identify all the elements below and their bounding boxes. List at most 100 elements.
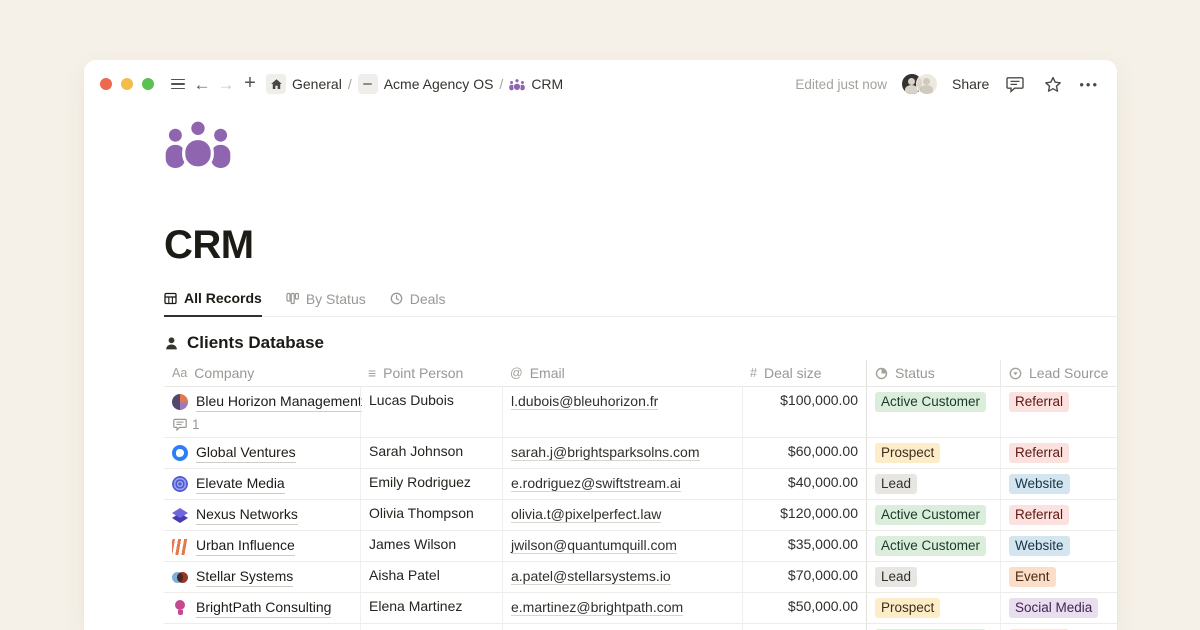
- status-tag[interactable]: Prospect: [875, 443, 940, 463]
- point-person-cell[interactable]: James Wilson: [360, 531, 502, 561]
- lead-source-cell[interactable]: Referral: [1000, 624, 1117, 630]
- email-cell[interactable]: jenn@vertexinnov.io: [502, 624, 742, 630]
- point-person-cell[interactable]: Emily Rodriguez: [360, 469, 502, 499]
- status-cell[interactable]: Active Customer: [866, 387, 1000, 437]
- lead-source-cell[interactable]: Website: [1000, 469, 1117, 499]
- tab-all-records[interactable]: All Records: [164, 290, 262, 317]
- breadcrumb-item-general[interactable]: General: [292, 76, 342, 92]
- company-cell[interactable]: Vertex Innovations: [164, 624, 360, 630]
- point-person-cell[interactable]: Lucas Dubois: [360, 387, 502, 437]
- lead-source-tag[interactable]: Referral: [1009, 392, 1069, 412]
- people-group-icon[interactable]: [164, 120, 232, 168]
- minimize-window-button[interactable]: [121, 78, 133, 90]
- share-button[interactable]: Share: [952, 76, 989, 92]
- comments-button[interactable]: [1003, 72, 1027, 96]
- breadcrumb-item-crm[interactable]: CRM: [531, 76, 563, 92]
- deal-size-cell[interactable]: $40,000.00: [742, 469, 866, 499]
- column-header-lead-source[interactable]: Lead Source: [1000, 360, 1117, 386]
- company-link[interactable]: Urban Influence: [196, 536, 295, 556]
- company-link[interactable]: Bleu Horizon Management: [196, 392, 362, 412]
- lead-source-tag[interactable]: Social Media: [1009, 598, 1098, 618]
- email-cell[interactable]: l.dubois@bleuhorizon.fr: [502, 387, 742, 437]
- column-header-deal-size[interactable]: # Deal size: [742, 360, 866, 386]
- point-person-cell[interactable]: Olivia Thompson: [360, 500, 502, 530]
- status-tag[interactable]: Lead: [875, 567, 917, 587]
- email-link[interactable]: e.martinez@brightpath.com: [511, 599, 683, 616]
- status-cell[interactable]: Active Customer: [866, 531, 1000, 561]
- deal-size-cell[interactable]: $60,000.00: [742, 438, 866, 468]
- email-link[interactable]: a.patel@stellarsystems.io: [511, 568, 671, 585]
- email-cell[interactable]: olivia.t@pixelperfect.law: [502, 500, 742, 530]
- close-window-button[interactable]: [100, 78, 112, 90]
- deal-size-cell[interactable]: $50,000.00: [742, 593, 866, 623]
- lead-source-tag[interactable]: Referral: [1009, 505, 1069, 525]
- company-cell[interactable]: Global Ventures: [164, 438, 360, 468]
- column-header-email[interactable]: @ Email: [502, 360, 742, 386]
- company-cell[interactable]: Stellar Systems: [164, 562, 360, 592]
- email-link[interactable]: jwilson@quantumquill.com: [511, 537, 677, 554]
- lead-source-tag[interactable]: Website: [1009, 536, 1070, 556]
- email-cell[interactable]: e.martinez@brightpath.com: [502, 593, 742, 623]
- company-cell[interactable]: Bleu Horizon Management 1: [164, 387, 360, 437]
- comment-count[interactable]: 1: [172, 417, 352, 432]
- more-options-button[interactable]: •••: [1079, 77, 1099, 92]
- company-cell[interactable]: Elevate Media: [164, 469, 360, 499]
- breadcrumb-home[interactable]: [266, 74, 286, 94]
- email-link[interactable]: olivia.t@pixelperfect.law: [511, 506, 661, 523]
- deal-size-cell[interactable]: $35,000.00: [742, 531, 866, 561]
- database-title[interactable]: Clients Database: [187, 333, 324, 353]
- deal-size-cell[interactable]: $100,000.00: [742, 387, 866, 437]
- email-cell[interactable]: e.rodriguez@swiftstream.ai: [502, 469, 742, 499]
- tab-deals[interactable]: Deals: [390, 290, 446, 316]
- status-tag[interactable]: Prospect: [875, 598, 940, 618]
- company-link[interactable]: Nexus Networks: [196, 505, 298, 525]
- status-tag[interactable]: Active Customer: [875, 505, 986, 525]
- lead-source-tag[interactable]: Website: [1009, 474, 1070, 494]
- sidebar-menu-button[interactable]: [166, 72, 190, 96]
- status-cell[interactable]: Active Customer: [866, 624, 1000, 630]
- status-cell[interactable]: Prospect: [866, 593, 1000, 623]
- point-person-cell[interactable]: Aisha Patel: [360, 562, 502, 592]
- email-cell[interactable]: jwilson@quantumquill.com: [502, 531, 742, 561]
- breadcrumb-item-acme[interactable]: Acme Agency OS: [384, 76, 494, 92]
- point-person-cell[interactable]: Elena Martinez: [360, 593, 502, 623]
- new-page-button[interactable]: +: [238, 71, 262, 95]
- deal-size-cell[interactable]: $70,000.00: [742, 562, 866, 592]
- status-tag[interactable]: Active Customer: [875, 536, 986, 556]
- email-link[interactable]: sarah.j@brightsparksolns.com: [511, 444, 700, 461]
- email-link[interactable]: l.dubois@bleuhorizon.fr: [511, 393, 658, 410]
- company-link[interactable]: Global Ventures: [196, 443, 296, 463]
- lead-source-tag[interactable]: Referral: [1009, 443, 1069, 463]
- favorite-button[interactable]: [1041, 72, 1065, 96]
- column-header-status[interactable]: Status: [866, 360, 1000, 386]
- lead-source-cell[interactable]: Website: [1000, 531, 1117, 561]
- page-title[interactable]: CRM: [164, 223, 1117, 268]
- column-header-company[interactable]: Aa Company: [164, 360, 360, 386]
- lead-source-cell[interactable]: Social Media: [1000, 593, 1117, 623]
- email-cell[interactable]: a.patel@stellarsystems.io: [502, 562, 742, 592]
- company-link[interactable]: BrightPath Consulting: [196, 598, 331, 618]
- lead-source-cell[interactable]: Referral: [1000, 438, 1117, 468]
- status-cell[interactable]: Active Customer: [866, 500, 1000, 530]
- company-cell[interactable]: BrightPath Consulting: [164, 593, 360, 623]
- status-cell[interactable]: Prospect: [866, 438, 1000, 468]
- breadcrumb-workspace-icon[interactable]: [358, 74, 378, 94]
- viewer-avatars[interactable]: [901, 73, 938, 95]
- company-link[interactable]: Elevate Media: [196, 474, 285, 494]
- company-cell[interactable]: Nexus Networks: [164, 500, 360, 530]
- deal-size-cell[interactable]: $120,000.00: [742, 500, 866, 530]
- lead-source-cell[interactable]: Referral: [1000, 387, 1117, 437]
- lead-source-tag[interactable]: Event: [1009, 567, 1056, 587]
- point-person-cell[interactable]: Sarah Johnson: [360, 438, 502, 468]
- status-cell[interactable]: Lead: [866, 469, 1000, 499]
- point-person-cell[interactable]: Jenn Whitmore: [360, 624, 502, 630]
- company-link[interactable]: Stellar Systems: [196, 567, 293, 587]
- tab-by-status[interactable]: By Status: [286, 290, 366, 316]
- deal-size-cell[interactable]: $45,000.00: [742, 624, 866, 630]
- email-link[interactable]: e.rodriguez@swiftstream.ai: [511, 475, 681, 492]
- back-button[interactable]: ←: [190, 72, 214, 96]
- zoom-window-button[interactable]: [142, 78, 154, 90]
- status-tag[interactable]: Lead: [875, 474, 917, 494]
- lead-source-cell[interactable]: Referral: [1000, 500, 1117, 530]
- column-header-point-person[interactable]: ≡ Point Person: [360, 360, 502, 386]
